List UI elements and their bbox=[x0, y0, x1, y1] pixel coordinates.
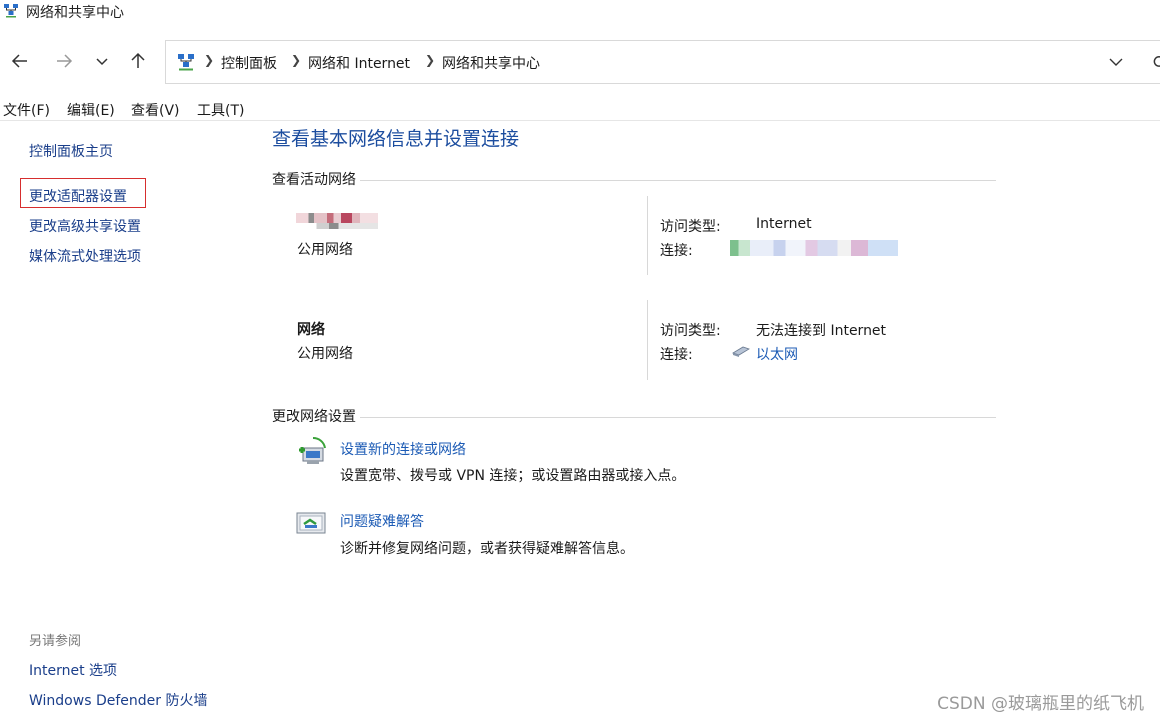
recent-locations-button[interactable] bbox=[90, 49, 114, 73]
connection-name-redacted[interactable] bbox=[730, 240, 898, 256]
network-type: 公用网络 bbox=[297, 346, 353, 362]
ethernet-icon bbox=[732, 346, 750, 357]
network-center-icon bbox=[4, 4, 18, 18]
window-title: 网络和共享中心 bbox=[26, 5, 124, 21]
access-type-label: 访问类型: bbox=[660, 323, 721, 339]
ethernet-link[interactable]: 以太网 bbox=[756, 344, 798, 364]
chevron-down-icon[interactable] bbox=[1108, 55, 1124, 69]
section-divider bbox=[272, 417, 996, 418]
active-networks-title: 查看活动网络 bbox=[272, 169, 360, 189]
up-button[interactable] bbox=[126, 49, 150, 73]
troubleshoot-icon bbox=[296, 512, 326, 534]
refresh-icon[interactable]: ⟳ bbox=[1153, 52, 1160, 73]
access-type-label: 访问类型: bbox=[660, 219, 721, 235]
link-control-panel-home[interactable]: 控制面板主页 bbox=[29, 141, 113, 161]
column-divider bbox=[647, 196, 648, 275]
new-connection-icon bbox=[299, 437, 326, 464]
access-type-value: Internet bbox=[756, 216, 812, 232]
section-divider bbox=[272, 180, 996, 181]
link-defender-firewall[interactable]: Windows Defender 防火墙 bbox=[29, 690, 207, 710]
troubleshoot-desc: 诊断并修复网络问题，或者获得疑难解答信息。 bbox=[340, 541, 634, 557]
network-type: 公用网络 bbox=[297, 242, 353, 258]
menu-tools[interactable]: 工具(T) bbox=[197, 100, 244, 120]
control-panel-icon bbox=[178, 54, 194, 71]
connection-label: 连接: bbox=[660, 243, 693, 259]
menu-file[interactable]: 文件(F) bbox=[3, 100, 50, 120]
link-internet-options[interactable]: Internet 选项 bbox=[29, 660, 117, 680]
network-name-redacted bbox=[296, 213, 378, 223]
change-settings-title: 更改网络设置 bbox=[272, 406, 360, 426]
chevron-down-icon bbox=[96, 58, 108, 66]
breadcrumb-network-internet[interactable]: 网络和 Internet bbox=[308, 53, 410, 73]
menu-divider bbox=[0, 120, 1160, 121]
address-bar[interactable]: ❯ 控制面板 ❯ 网络和 Internet ❯ 网络和共享中心 ⟳ bbox=[165, 40, 1160, 84]
menu-edit[interactable]: 编辑(E) bbox=[67, 100, 115, 120]
link-media-streaming[interactable]: 媒体流式处理选项 bbox=[29, 246, 141, 266]
connection-label: 连接: bbox=[660, 347, 693, 363]
breadcrumb-separator: ❯ bbox=[291, 53, 302, 67]
setup-new-connection-desc: 设置宽带、拨号或 VPN 连接；或设置路由器或接入点。 bbox=[340, 468, 686, 484]
setup-new-connection-link[interactable]: 设置新的连接或网络 bbox=[340, 439, 466, 459]
title-bar: 网络和共享中心 bbox=[0, 0, 1160, 30]
watermark: CSDN @玻璃瓶里的纸飞机 bbox=[937, 694, 1144, 714]
arrow-left-icon bbox=[11, 54, 27, 68]
network-name-redacted bbox=[296, 223, 378, 229]
breadcrumb-network-center[interactable]: 网络和共享中心 bbox=[442, 53, 540, 73]
breadcrumb-control-panel[interactable]: 控制面板 bbox=[221, 53, 277, 73]
link-change-adapter-settings[interactable]: 更改适配器设置 bbox=[29, 186, 127, 206]
link-advanced-sharing[interactable]: 更改高级共享设置 bbox=[29, 216, 141, 236]
network-name: 网络 bbox=[297, 322, 325, 338]
breadcrumb-separator: ❯ bbox=[425, 53, 436, 67]
arrow-right-icon bbox=[57, 54, 73, 68]
breadcrumb-separator: ❯ bbox=[204, 53, 215, 67]
troubleshoot-link[interactable]: 问题疑难解答 bbox=[340, 511, 424, 531]
menu-view[interactable]: 查看(V) bbox=[131, 100, 180, 120]
access-type-value: 无法连接到 Internet bbox=[756, 323, 887, 339]
column-divider bbox=[647, 300, 648, 380]
see-also-title: 另请参阅 bbox=[29, 634, 82, 649]
arrow-up-icon bbox=[131, 52, 145, 68]
forward-button[interactable] bbox=[52, 49, 76, 73]
back-button[interactable] bbox=[8, 49, 32, 73]
page-title: 查看基本网络信息并设置连接 bbox=[272, 128, 520, 150]
